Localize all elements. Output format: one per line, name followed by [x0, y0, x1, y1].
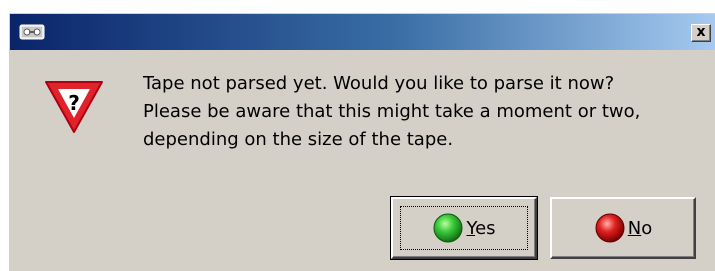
svg-text:?: ? — [68, 91, 80, 115]
green-ball-icon — [433, 213, 463, 243]
confirm-dialog: x ? Tape not parsed yet. Would you like … — [8, 12, 715, 271]
red-ball-icon — [595, 213, 625, 243]
app-tape-icon — [19, 24, 45, 40]
yes-button[interactable]: Yes — [390, 196, 538, 260]
message-line-2: Please be aware that this might take a m… — [143, 101, 641, 122]
dialog-message: Tape not parsed yet. Would you like to p… — [143, 70, 713, 154]
no-button[interactable]: No — [550, 197, 696, 259]
message-line-1: Tape not parsed yet. Would you like to p… — [143, 73, 615, 94]
message-line-3: depending on the size of the tape. — [143, 129, 454, 150]
warning-question-icon: ? — [45, 81, 103, 133]
close-button[interactable]: x — [691, 24, 711, 42]
title-bar[interactable]: x — [10, 14, 715, 50]
no-button-label: No — [627, 217, 653, 239]
close-icon: x — [696, 24, 706, 40]
yes-button-label: Yes — [466, 217, 496, 239]
